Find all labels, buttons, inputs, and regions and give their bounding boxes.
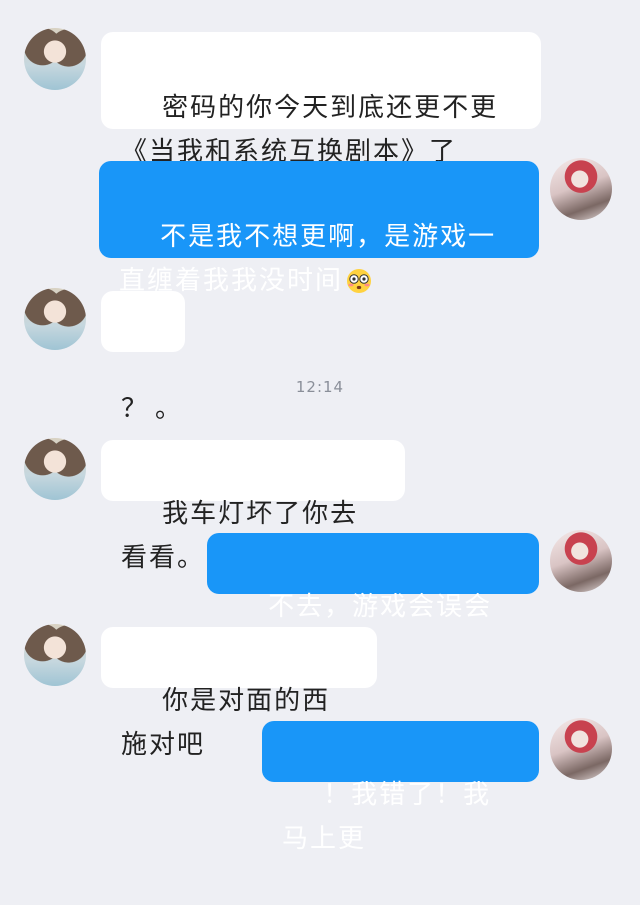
message-bubble-outgoing[interactable]: 不去，游戏会误会我们的	[207, 533, 539, 666]
message-bubble-incoming[interactable]: 你是对面的西施对吧	[101, 627, 377, 760]
message-bubble-incoming[interactable]: ？。	[101, 291, 185, 424]
user-avatar[interactable]	[550, 158, 612, 220]
message-text: ！我错了！我马上更	[282, 780, 492, 854]
message-bubble-outgoing[interactable]: 不是我不想更啊，是游戏一直缠着我我没时间	[99, 161, 539, 296]
sender-avatar[interactable]	[24, 438, 86, 500]
message-text: 密码的你今天到底还更不更《当我和系统互换剧本》了	[121, 93, 499, 167]
sender-avatar[interactable]	[24, 28, 86, 90]
flushed-face-icon	[347, 269, 372, 293]
user-avatar[interactable]	[550, 718, 612, 780]
message-text: 不是我不想更啊，是游戏一直缠着我我没时间	[119, 222, 497, 296]
message-text: ？。	[121, 394, 190, 424]
message-bubble-incoming[interactable]: 密码的你今天到底还更不更《当我和系统互换剧本》了	[101, 32, 541, 167]
message-timestamp: 12:14	[295, 378, 345, 396]
message-bubble-incoming[interactable]: 我车灯坏了你去看看。	[101, 440, 405, 573]
sender-avatar[interactable]	[24, 624, 86, 686]
user-avatar[interactable]	[550, 530, 612, 592]
message-bubble-outgoing[interactable]: ！我错了！我马上更	[262, 721, 539, 854]
sender-avatar[interactable]	[24, 288, 86, 350]
